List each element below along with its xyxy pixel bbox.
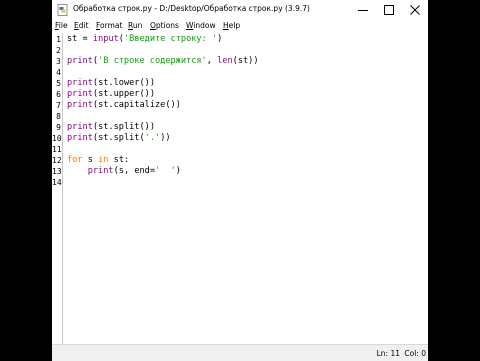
menu-options[interactable]: Options — [150, 21, 179, 30]
line-number: 2 — [56, 46, 61, 55]
idle-editor-window: Обработка строк.py - D:/Desktop/Обработк… — [52, 0, 428, 361]
title-bar[interactable]: Обработка строк.py - D:/Desktop/Обработк… — [52, 0, 428, 20]
code-line[interactable]: print(st.split()) — [67, 122, 155, 133]
line-number: 10 — [52, 134, 62, 143]
menu-help[interactable]: Help — [223, 21, 240, 30]
menu-window[interactable]: Window — [186, 21, 216, 30]
code-line[interactable]: st = input('Введите строку: ') — [67, 34, 222, 45]
line-number: 1 — [56, 35, 61, 44]
line-number: 14 — [52, 178, 62, 187]
line-number: 3 — [56, 57, 61, 66]
code-line[interactable]: print(st.upper()) — [67, 89, 155, 100]
menu-format[interactable]: Format — [96, 21, 122, 30]
line-number: 13 — [52, 167, 62, 176]
menu-run[interactable]: Run — [128, 21, 142, 30]
python-file-icon — [57, 4, 68, 16]
close-icon — [410, 5, 420, 15]
minimize-icon — [358, 10, 368, 11]
line-number: 12 — [52, 156, 62, 165]
gutter-divider — [62, 33, 63, 344]
menu-file[interactable]: File — [55, 21, 68, 30]
code-line[interactable]: print(st.lower()) — [67, 78, 155, 89]
code-line[interactable]: for s in st: — [67, 155, 129, 166]
code-line[interactable]: print('В строке содержится', len(st)) — [67, 56, 259, 67]
line-number: 8 — [56, 112, 61, 121]
line-number: 5 — [56, 79, 61, 88]
status-column: Col: 0 — [404, 349, 426, 358]
code-line[interactable]: print(st.split('.')) — [67, 133, 171, 144]
line-number: 9 — [56, 123, 61, 132]
close-button[interactable] — [402, 0, 428, 20]
code-editor[interactable]: 1 2 3 4 5 6 7 8 9 10 11 12 13 14 st = input('Введите … — [52, 33, 428, 344]
line-number: 4 — [56, 68, 61, 77]
line-number: 6 — [56, 90, 61, 99]
code-line[interactable]: print(st.capitalize()) — [67, 100, 181, 111]
status-bar: Ln: 11 Col: 0 — [52, 344, 428, 361]
minimize-button[interactable] — [350, 0, 376, 20]
code-line[interactable]: print(s, end=' ') — [67, 166, 181, 177]
maximize-icon — [384, 5, 394, 15]
menu-bar: File Edit Format Run Options Window Help — [52, 20, 428, 32]
status-line: Ln: 11 — [376, 349, 400, 358]
line-number-gutter: 1 2 3 4 5 6 7 8 9 10 11 12 13 14 — [52, 33, 62, 344]
menu-edit[interactable]: Edit — [74, 21, 89, 30]
line-number: 11 — [52, 145, 62, 154]
window-title: Обработка строк.py - D:/Desktop/Обработк… — [73, 4, 310, 13]
maximize-button[interactable] — [376, 0, 402, 20]
line-number: 7 — [56, 101, 61, 110]
